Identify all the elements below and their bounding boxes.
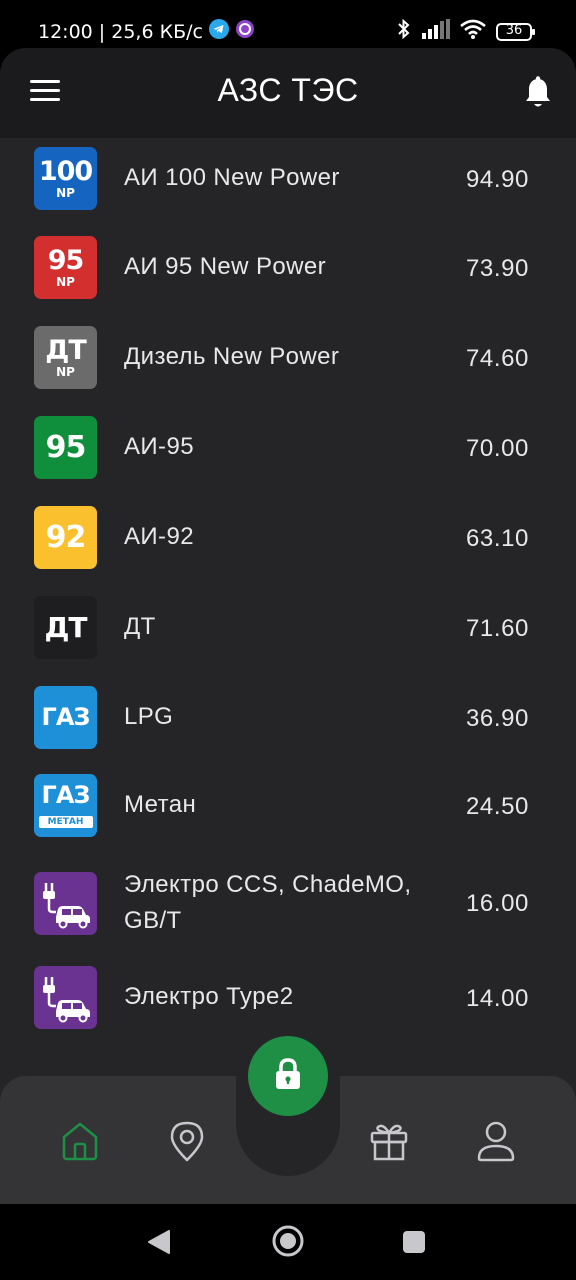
fuel-name: LPG	[124, 703, 174, 730]
badge-subtitle: NP	[56, 364, 75, 379]
battery-level: 36	[505, 22, 523, 38]
fuel-badge-ai92: 92	[34, 506, 97, 569]
fuel-price: 71.60	[465, 615, 529, 642]
recents-square-icon	[402, 1231, 426, 1258]
badge-number: 95	[45, 430, 87, 465]
badge-number: 100	[38, 155, 93, 187]
system-navigation-bar	[0, 1204, 576, 1280]
fuel-price: 63.10	[465, 525, 529, 552]
nav-home[interactable]	[60, 1120, 100, 1162]
fuel-badge-ai95np: 95 NP	[34, 236, 97, 299]
fuel-badge-ai95: 95	[34, 416, 97, 479]
app-notification-icon	[235, 19, 255, 44]
user-icon	[476, 1121, 516, 1166]
fuel-price: 14.00	[465, 985, 529, 1012]
fuel-row-diesel-np[interactable]: ДТ NP Дизель New Power 74.60	[0, 314, 576, 404]
wifi-icon	[460, 19, 486, 44]
fuel-badge-methane: ГАЗ МЕТАН	[34, 774, 97, 837]
badge-number: ГАЗ	[41, 703, 91, 731]
status-left: 12:00 | 25,6 КБ/с	[38, 19, 255, 44]
fuel-name: АИ-92	[124, 523, 194, 550]
back-triangle-icon	[146, 1230, 172, 1260]
fuel-badge-dt: ДТ	[34, 596, 97, 659]
fuel-price: 16.00	[465, 890, 529, 917]
signal-icon	[422, 19, 450, 44]
fuel-name: Дизель New Power	[124, 343, 340, 370]
home-system-button[interactable]	[271, 1224, 305, 1263]
fuel-price: 74.60	[465, 345, 529, 372]
fuel-row-methane[interactable]: ГАЗ МЕТАН Метан 24.50	[0, 764, 576, 852]
fuel-row-electro-ccs[interactable]: Электро CCS, ChadeMO, GB/T 16.00	[0, 852, 576, 958]
gift-icon	[369, 1124, 409, 1166]
fuel-row-ai92[interactable]: 92 АИ-92 63.10	[0, 494, 576, 584]
fuel-name: АИ 100 New Power	[124, 164, 340, 191]
badge-number: 92	[45, 520, 87, 555]
fuel-price: 73.90	[465, 255, 529, 282]
fuel-row-lpg[interactable]: ГАЗ LPG 36.90	[0, 674, 576, 764]
fuel-badge-ai100np: 100 NP	[34, 147, 97, 210]
fuel-price: 70.00	[465, 435, 529, 462]
home-circle-icon	[271, 1225, 305, 1262]
battery-icon: 36	[496, 22, 536, 42]
status-right: 36	[396, 18, 536, 45]
fuel-badge-diesel-np: ДТ NP	[34, 326, 97, 389]
fuel-badge-lpg: ГАЗ	[34, 686, 97, 749]
fuel-name: АИ-95	[124, 433, 194, 460]
fuel-name: ДТ	[124, 613, 156, 640]
fuel-name: Метан	[124, 791, 197, 818]
ev-charging-car-icon	[34, 966, 97, 1029]
ev-charging-car-icon	[34, 872, 97, 935]
app-screen: АЗС ТЭС 100 NP АИ 100 New Power 94.90 95…	[0, 48, 576, 1204]
lock-icon	[274, 1057, 302, 1095]
home-icon	[60, 1122, 100, 1166]
fuel-row-dt[interactable]: ДТ ДТ 71.60	[0, 584, 576, 674]
badge-number: 95	[47, 244, 85, 276]
map-pin-icon	[167, 1121, 207, 1166]
nav-profile[interactable]	[476, 1120, 516, 1162]
top-app-bar: АЗС ТЭС	[0, 48, 576, 138]
fuel-price: 36.90	[465, 705, 529, 732]
fuel-row-electro-type2[interactable]: Электро Type2 14.00	[0, 958, 576, 1048]
badge-number: ГАЗ	[41, 781, 91, 809]
badge-subtitle: МЕТАН	[38, 816, 93, 828]
fuel-price: 94.90	[465, 166, 529, 193]
badge-number: ДТ	[44, 611, 87, 644]
badge-subtitle: NP	[56, 185, 75, 200]
fuel-row-ai95np[interactable]: 95 NP АИ 95 New Power 73.90	[0, 224, 576, 314]
status-time-speed: 12:00 | 25,6 КБ/с	[38, 20, 203, 43]
fuel-price: 24.50	[465, 793, 529, 820]
nav-gifts[interactable]	[369, 1120, 409, 1162]
nav-map[interactable]	[167, 1120, 207, 1162]
badge-number: ДТ	[45, 334, 86, 366]
fuel-name: АИ 95 New Power	[124, 253, 326, 280]
page-title: АЗС ТЭС	[217, 72, 359, 108]
fuel-name: Электро Type2	[124, 983, 294, 1010]
back-button[interactable]	[146, 1228, 172, 1261]
bluetooth-icon	[396, 18, 412, 45]
badge-subtitle: NP	[56, 274, 75, 289]
telegram-icon	[208, 19, 229, 44]
fuel-row-ai95[interactable]: 95 АИ-95 70.00	[0, 404, 576, 494]
fuel-row-ai100np[interactable]: 100 NP АИ 100 New Power 94.90	[0, 138, 576, 224]
recents-button[interactable]	[402, 1230, 426, 1259]
bell-icon[interactable]	[524, 76, 552, 110]
fuel-name: Электро CCS, ChadeMO, GB/T	[124, 871, 412, 934]
lock-button[interactable]	[248, 1036, 328, 1116]
